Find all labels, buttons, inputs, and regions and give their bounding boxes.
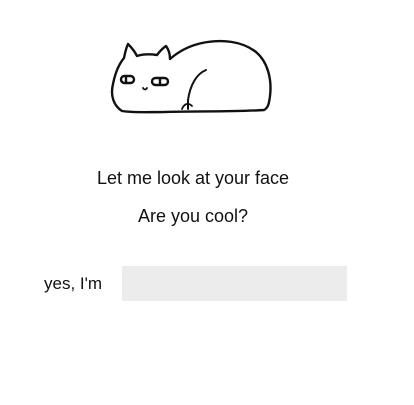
answer-form: yes, I'm xyxy=(0,266,414,302)
question-heading: Are you cool? xyxy=(137,206,249,226)
sleeping-cat-icon xyxy=(104,36,276,120)
answer-input[interactable] xyxy=(122,266,347,301)
page-title: Let me look at your face xyxy=(96,168,290,188)
answer-label: yes, I'm xyxy=(44,274,103,293)
